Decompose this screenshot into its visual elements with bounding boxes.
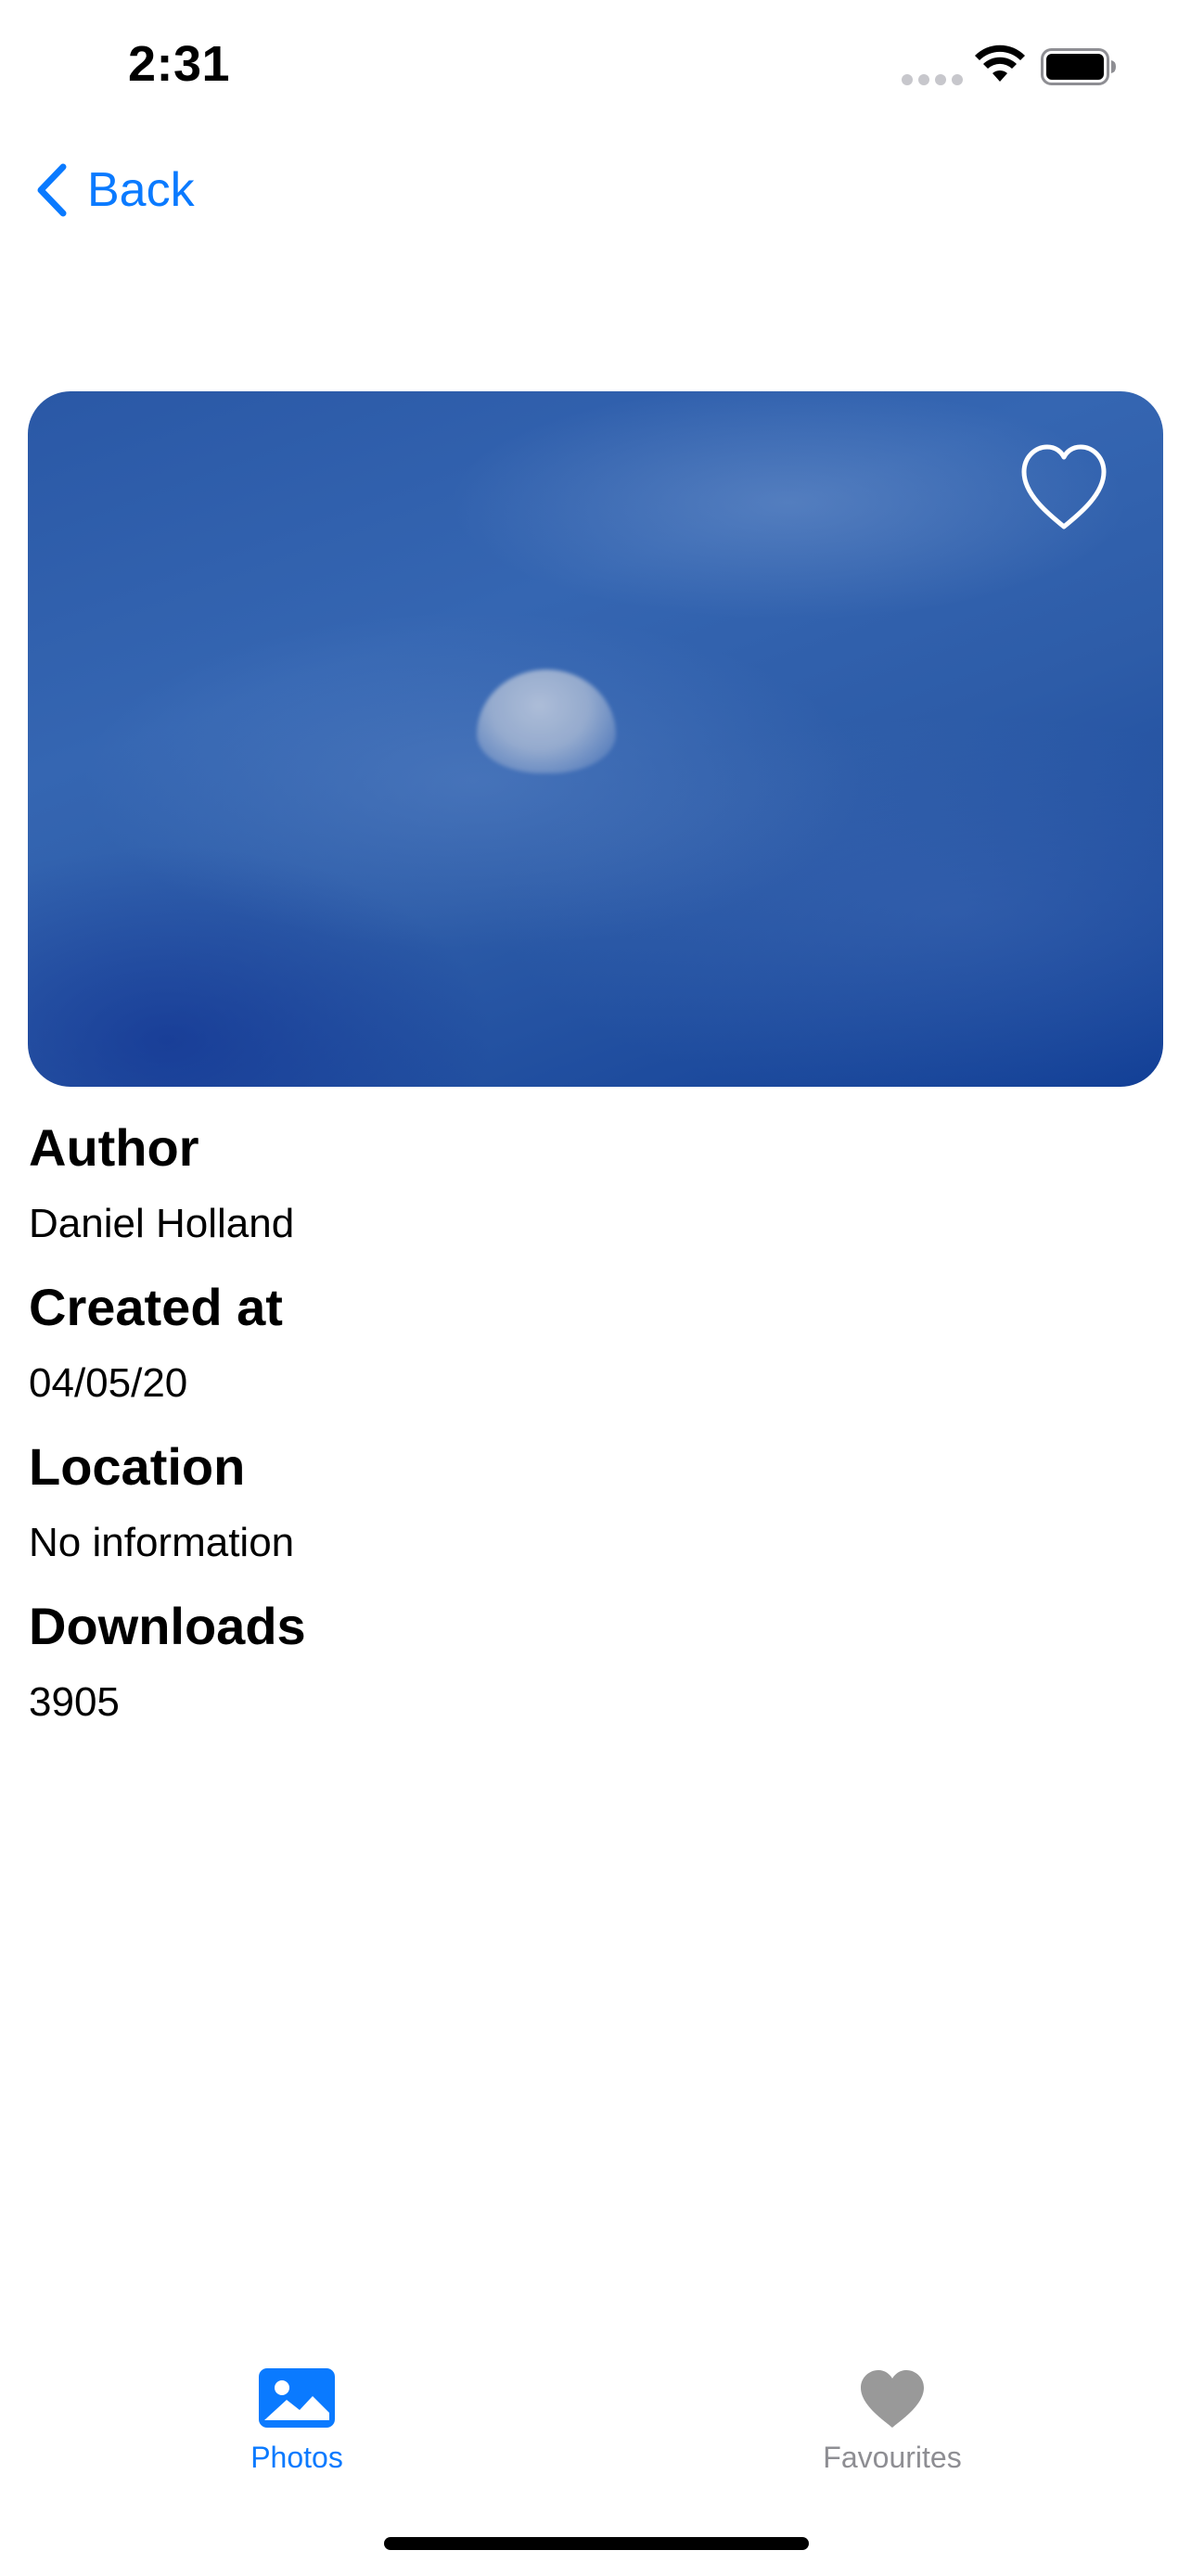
- created-heading: Created at: [29, 1278, 283, 1336]
- battery-icon: [1041, 48, 1116, 85]
- tab-photos-label: Photos: [250, 2441, 343, 2474]
- tab-favourites[interactable]: Favourites: [753, 2337, 1031, 2485]
- tab-photos[interactable]: Photos: [158, 2337, 436, 2485]
- favourite-heart-icon[interactable]: [1018, 441, 1109, 534]
- photo-details: Author Daniel Holland Created at 04/05/2…: [29, 1103, 1142, 1741]
- cellular-signal-icon: [902, 74, 963, 85]
- tab-favourites-label: Favourites: [823, 2441, 962, 2474]
- status-bar: 2:31: [0, 0, 1191, 130]
- downloads-heading: Downloads: [29, 1597, 306, 1655]
- tab-bar: Photos Favourites: [0, 2337, 1191, 2485]
- location-value: No information: [29, 1520, 295, 1565]
- heart-icon: [861, 2370, 924, 2428]
- wifi-icon: [975, 45, 1025, 82]
- back-label: Back: [87, 163, 195, 217]
- photo-image: [28, 391, 1163, 1087]
- moon: [477, 670, 616, 773]
- created-value: 04/05/20: [29, 1360, 188, 1406]
- location-heading: Location: [29, 1437, 246, 1496]
- downloads-value: 3905: [29, 1679, 120, 1725]
- home-indicator: [384, 2537, 809, 2550]
- photo-icon: [259, 2368, 335, 2428]
- author-value: Daniel Holland: [29, 1201, 295, 1246]
- author-heading: Author: [29, 1118, 199, 1177]
- back-button[interactable]: Back: [33, 158, 195, 223]
- status-time: 2:31: [128, 36, 231, 92]
- chevron-left-icon: [37, 163, 67, 217]
